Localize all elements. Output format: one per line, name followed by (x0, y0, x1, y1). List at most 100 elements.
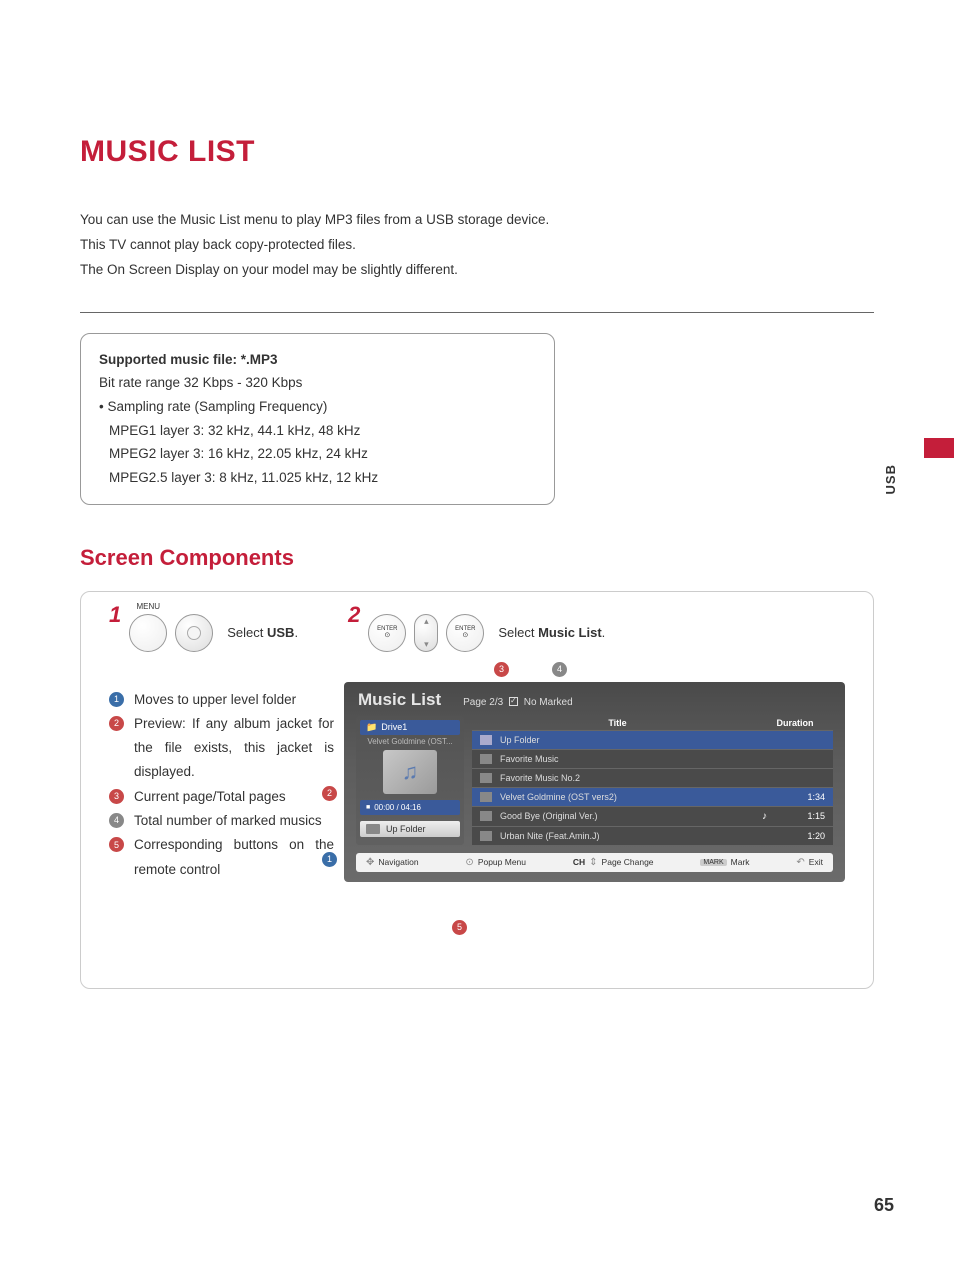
legend-item-4: 4 Total number of marked musics (109, 809, 334, 833)
mpeg2-text: MPEG2 layer 3: 16 kHz, 22.05 kHz, 24 kHz (99, 442, 536, 466)
step2-bold: Music List (538, 625, 602, 640)
legend-bullet-2: 2 (109, 716, 124, 731)
step1-text: Select USB. (227, 625, 298, 640)
osd-footer-hints: ✥Navigation ⊙ Popup Menu CH ⇕ Page Change… (356, 853, 833, 872)
mark-label: Mark (731, 857, 750, 867)
osd-left-panel: 📁 Drive1 Velvet Goldmine (OST... ♫ 00:00… (356, 716, 464, 845)
legend-bullet-3: 3 (109, 789, 124, 804)
intro-line-3: The On Screen Display on your model may … (80, 259, 874, 282)
row-title-3: Velvet Goldmine (OST vers2) (500, 792, 767, 802)
step1-pre: Select (227, 625, 267, 640)
step1-post: . (294, 625, 298, 640)
callout-5: 5 (452, 920, 467, 935)
music-note-icon: ♫ (402, 759, 419, 785)
row-folder-icon (480, 754, 492, 764)
step-2: 2 ENTER⊙ ENTER⊙ Select Music List. (348, 614, 605, 652)
osd-no-marked: No Marked (524, 697, 573, 708)
sampling-label: • Sampling rate (Sampling Frequency) (99, 395, 536, 419)
step-number-1: 1 (109, 602, 121, 628)
steps-row: 1 Select USB. 2 ENTER⊙ ENTER⊙ Select Mus… (109, 614, 845, 652)
hint-mark: MARK Mark (700, 857, 749, 868)
playback-time: 00:00 / 04:16 (374, 803, 421, 812)
hint-exit: ↶Exit (796, 857, 823, 868)
up-folder-icon (366, 824, 380, 834)
row-file-icon (480, 792, 492, 802)
osd-row: Good Bye (Original Ver.) ♪ 1:15 (472, 806, 833, 826)
popup-label: Popup Menu (478, 857, 526, 867)
album-name: Velvet Goldmine (OST... (367, 737, 452, 746)
up-folder-label: Up Folder (386, 824, 426, 834)
screen-components-box: 1 Select USB. 2 ENTER⊙ ENTER⊙ Select Mus… (80, 591, 874, 989)
legend-bullet-5: 5 (109, 837, 124, 852)
col-title-header: Title (480, 718, 755, 728)
row-title-0: Up Folder (500, 735, 767, 745)
step2-text: Select Music List. (498, 625, 605, 640)
legend-item-2: 2 Preview: If any album jacket for the f… (109, 712, 334, 785)
row-folder-icon (480, 773, 492, 783)
row-file-icon (480, 831, 492, 841)
osd-screenshot: Music List Page 2/3 No Marked 📁 Drive1 (344, 682, 845, 882)
osd-row-highlighted: Velvet Goldmine (OST vers2) 1:34 (472, 787, 833, 806)
osd-page-text: Page 2/3 (463, 697, 503, 708)
step2-post: . (602, 625, 606, 640)
row-title-4: Good Bye (Original Ver.) (500, 811, 754, 821)
row-file-icon (480, 811, 492, 821)
enter-button-icon: ENTER⊙ (368, 614, 406, 652)
intro-line-1: You can use the Music List menu to play … (80, 209, 874, 232)
osd-file-list: Title Duration Up Folder Favorite Music (472, 716, 833, 845)
enter-icon: ⊙ (465, 857, 473, 868)
enter-button-icon-2: ENTER⊙ (446, 614, 484, 652)
step-number-2: 2 (348, 602, 360, 628)
drive-label: Drive1 (381, 722, 407, 732)
osd-title: Music List (358, 690, 441, 710)
hint-navigation: ✥Navigation (366, 857, 419, 868)
osd-row: Urban Nite (Feat.Amin.J) 1:20 (472, 826, 833, 845)
section-tab (924, 438, 954, 458)
callout-3: 3 (494, 662, 509, 677)
mark-key-icon: MARK (700, 859, 726, 866)
checkbox-icon (509, 697, 518, 706)
bitrate-text: Bit rate range 32 Kbps - 320 Kbps (99, 371, 536, 395)
playback-time-bar: 00:00 / 04:16 (360, 800, 460, 815)
page-change-label: Page Change (602, 857, 654, 867)
row-up-folder-icon (480, 735, 492, 745)
now-playing-icon: ♪ (762, 811, 767, 822)
row-dur-4: 1:15 (775, 811, 825, 821)
mpeg25-text: MPEG2.5 layer 3: 8 kHz, 11.025 kHz, 12 k… (99, 466, 536, 490)
supported-file-box: Supported music file: *.MP3 Bit rate ran… (80, 333, 555, 505)
row-title-1: Favorite Music (500, 754, 767, 764)
horizontal-rule (80, 312, 874, 313)
legend-item-1: 1 Moves to upper level folder (109, 688, 334, 712)
callout-2: 2 (322, 786, 337, 801)
intro-line-2: This TV cannot play back copy-protected … (80, 234, 874, 257)
dpad-button-icon (175, 614, 213, 652)
step-1: 1 Select USB. (109, 614, 298, 652)
updown-icon: ⇕ (589, 857, 597, 868)
nav-icon: ✥ (366, 857, 374, 868)
osd-row: Favorite Music (472, 749, 833, 768)
section-label: USB (883, 464, 898, 494)
ch-label: CH (573, 857, 585, 867)
hint-page-change: CH ⇕ Page Change (573, 857, 654, 868)
legend-text-5: Corresponding buttons on the remote cont… (134, 833, 334, 882)
album-art-preview: ♫ (383, 750, 437, 794)
legend-bullet-1: 1 (109, 692, 124, 707)
osd-header: Music List Page 2/3 No Marked (344, 682, 845, 716)
hint-popup: ⊙ Popup Menu (465, 857, 526, 868)
legend-item-3: 3 Current page/Total pages (109, 785, 334, 809)
page-heading: MUSIC LIST (80, 135, 874, 169)
osd-row: Favorite Music No.2 (472, 768, 833, 787)
row-dur-3: 1:34 (775, 792, 825, 802)
callout-1: 1 (322, 852, 337, 867)
row-title-5: Urban Nite (Feat.Amin.J) (500, 831, 767, 841)
dpad-vertical-icon (414, 614, 438, 652)
mpeg1-text: MPEG1 layer 3: 32 kHz, 44.1 kHz, 48 kHz (99, 419, 536, 443)
col-duration-header: Duration (765, 718, 825, 728)
legend-bullet-4: 4 (109, 813, 124, 828)
exit-label: Exit (809, 857, 823, 867)
legend-item-5: 5 Corresponding buttons on the remote co… (109, 833, 334, 882)
callout-4: 4 (552, 662, 567, 677)
osd-row-upfolder: Up Folder (472, 730, 833, 749)
legend: 1 Moves to upper level folder 2 Preview:… (109, 682, 334, 882)
supported-file-title: Supported music file: *.MP3 (99, 348, 536, 372)
